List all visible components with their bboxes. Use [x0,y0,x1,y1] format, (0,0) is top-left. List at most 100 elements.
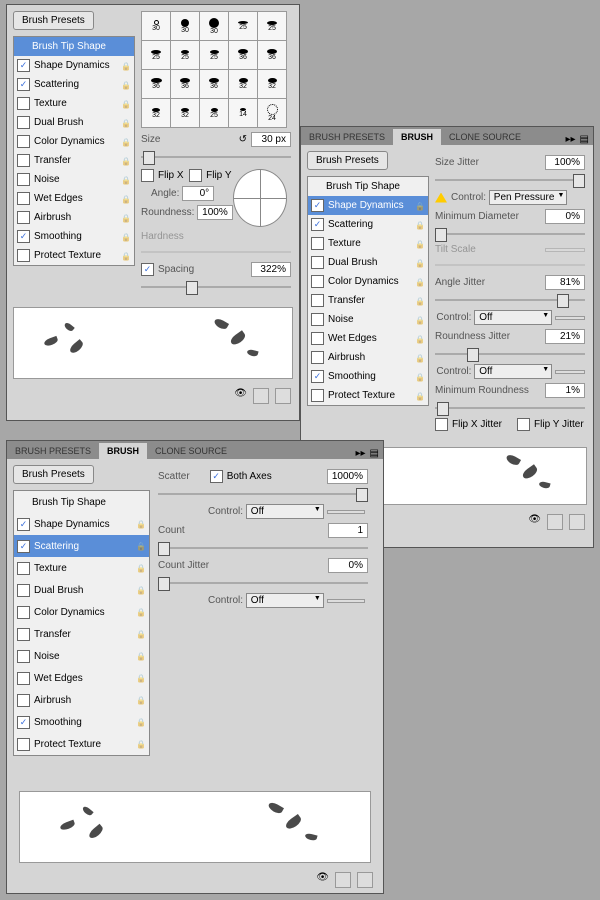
opt-color-dynamics[interactable]: Color Dynamics [14,132,134,151]
min-diameter-input[interactable]: 0% [545,209,585,224]
count-slider[interactable] [158,542,368,554]
opt-texture[interactable]: Texture [14,94,134,113]
trash-icon[interactable] [275,388,291,404]
opt-shape-dynamics[interactable]: Shape Dynamics [308,196,428,215]
brush-tip-grid[interactable]: 30 30 30 25 25 25 25 25 36 36 36 36 36 3… [141,11,287,128]
opt-brush-tip-shape[interactable]: Brush Tip Shape [14,37,134,56]
lock-icon [415,277,425,287]
size-slider[interactable] [141,151,291,163]
opt-airbrush[interactable]: Airbrush [308,348,428,367]
flip-x-checkbox[interactable] [141,169,154,182]
angle-jitter-slider[interactable] [435,294,585,306]
tab-brush[interactable]: BRUSH [393,129,441,145]
opt-airbrush[interactable]: Airbrush [14,208,134,227]
min-diameter-slider[interactable] [435,228,585,240]
opt-protect-texture[interactable]: Protect Texture [14,733,149,755]
trash-icon[interactable] [569,514,585,530]
opt-dual-brush[interactable]: Dual Brush [308,253,428,272]
opt-scattering[interactable]: Scattering [308,215,428,234]
toggle-preview-icon[interactable]: 👁 [528,514,541,530]
count-input[interactable]: 1 [328,523,368,538]
opt-brush-tip-shape[interactable]: Brush Tip Shape [14,491,149,513]
opt-noise[interactable]: Noise [14,170,134,189]
min-roundness-input[interactable]: 1% [545,383,585,398]
control-dropdown-3[interactable]: Off [474,364,552,379]
brush-presets-button[interactable]: Brush Presets [307,151,388,170]
new-icon[interactable] [547,514,563,530]
scatter-input[interactable]: 1000% [327,469,368,484]
opt-scattering[interactable]: Scattering [14,75,134,94]
angle-dial[interactable] [233,169,287,227]
menu-icon[interactable]: ▤ [370,448,379,459]
roundness-input[interactable]: 100% [197,205,233,220]
size-jitter-input[interactable]: 100% [545,155,585,170]
new-icon[interactable] [253,388,269,404]
new-icon[interactable] [335,872,351,888]
trash-icon[interactable] [357,872,373,888]
opt-protect-texture[interactable]: Protect Texture [14,246,134,265]
reset-icon[interactable]: ↺ [239,134,247,145]
opt-dual-brush[interactable]: Dual Brush [14,579,149,601]
opt-transfer[interactable]: Transfer [308,291,428,310]
opt-noise[interactable]: Noise [14,645,149,667]
opt-smoothing[interactable]: Smoothing [14,711,149,733]
menu-icon[interactable]: ▤ [580,134,589,145]
spacing-slider[interactable] [141,281,291,293]
opt-smoothing[interactable]: Smoothing [308,367,428,386]
count-label: Count [158,525,185,536]
spacing-checkbox[interactable] [141,263,154,276]
tab-brush[interactable]: BRUSH [99,443,147,459]
scatter-slider[interactable] [158,488,368,500]
opt-noise[interactable]: Noise [308,310,428,329]
spacing-input[interactable]: 322% [251,262,291,277]
tab-clone-source[interactable]: CLONE SOURCE [441,129,529,145]
opt-scattering[interactable]: Scattering [14,535,149,557]
control-dropdown-2[interactable]: Off [474,310,552,325]
opt-shape-dynamics[interactable]: Shape Dynamics [14,56,134,75]
lock-icon [136,585,146,595]
lock-icon [415,201,425,211]
angle-jitter-input[interactable]: 81% [545,275,585,290]
flip-x-jitter-checkbox[interactable] [435,418,448,431]
roundness-jitter-input[interactable]: 21% [545,329,585,344]
lock-icon [415,391,425,401]
flip-y-jitter-checkbox[interactable] [517,418,530,431]
flip-y-checkbox[interactable] [189,169,202,182]
both-axes-checkbox[interactable] [210,470,223,483]
control-dropdown-1[interactable]: Off [246,504,324,519]
opt-smoothing[interactable]: Smoothing [14,227,134,246]
opt-transfer[interactable]: Transfer [14,623,149,645]
toggle-preview-icon[interactable]: 👁 [234,388,247,404]
tab-brush-presets[interactable]: BRUSH PRESETS [7,443,99,459]
opt-texture[interactable]: Texture [308,234,428,253]
size-jitter-slider[interactable] [435,174,585,186]
brush-presets-button[interactable]: Brush Presets [13,11,94,30]
tab-clone-source[interactable]: CLONE SOURCE [147,443,235,459]
count-jitter-slider[interactable] [158,577,368,589]
roundness-jitter-slider[interactable] [435,348,585,360]
tab-brush-presets[interactable]: BRUSH PRESETS [301,129,393,145]
opt-transfer[interactable]: Transfer [14,151,134,170]
size-input[interactable]: 30 px [251,132,291,147]
opt-airbrush[interactable]: Airbrush [14,689,149,711]
opt-wet-edges[interactable]: Wet Edges [308,329,428,348]
opt-color-dynamics[interactable]: Color Dynamics [14,601,149,623]
opt-shape-dynamics[interactable]: Shape Dynamics [14,513,149,535]
opt-wet-edges[interactable]: Wet Edges [14,189,134,208]
collapse-icon[interactable]: ▸▸ [356,448,366,459]
control-dropdown-2[interactable]: Off [246,593,324,608]
opt-wet-edges[interactable]: Wet Edges [14,667,149,689]
opt-dual-brush[interactable]: Dual Brush [14,113,134,132]
count-jitter-input[interactable]: 0% [328,558,368,573]
opt-color-dynamics[interactable]: Color Dynamics [308,272,428,291]
min-roundness-slider[interactable] [435,402,585,414]
collapse-icon[interactable]: ▸▸ [566,134,576,145]
control-dropdown-1[interactable]: Pen Pressure [489,190,568,205]
toggle-preview-icon[interactable]: 👁 [316,872,329,888]
opt-texture[interactable]: Texture [14,557,149,579]
lock-icon [136,541,146,551]
opt-brush-tip-shape[interactable]: Brush Tip Shape [308,177,428,196]
angle-input[interactable]: 0° [182,186,214,201]
brush-presets-button[interactable]: Brush Presets [13,465,94,484]
opt-protect-texture[interactable]: Protect Texture [308,386,428,405]
